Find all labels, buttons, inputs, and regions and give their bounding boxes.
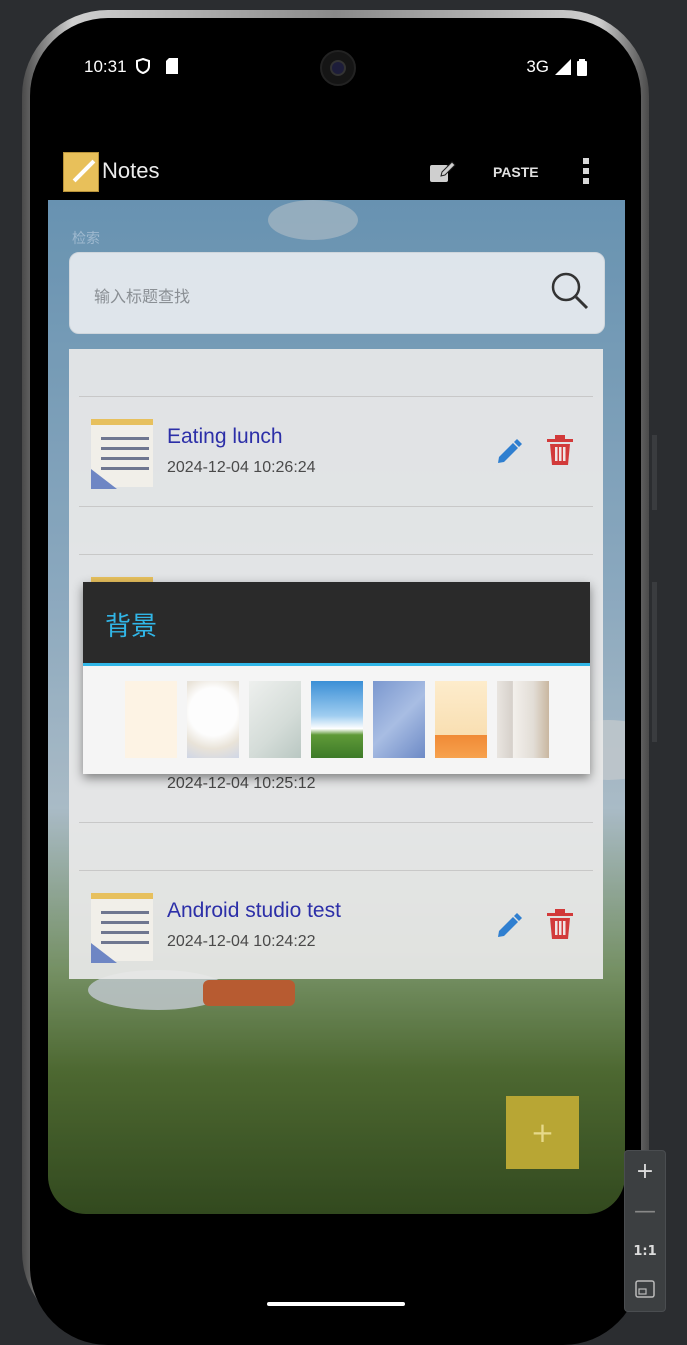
signal-icon — [555, 59, 571, 75]
emulator-rail-bottom — [652, 582, 657, 742]
zoom-reset-button[interactable]: 1:1 — [625, 1233, 665, 1269]
note-date: 2024-12-04 10:26:24 — [167, 459, 316, 476]
list-divider — [79, 822, 593, 823]
edit-note-icon[interactable] — [495, 437, 523, 465]
fit-screen-icon[interactable] — [625, 1271, 665, 1307]
zoom-in-button[interactable]: + — [625, 1153, 665, 1189]
background-swatch-cream[interactable] — [125, 681, 177, 758]
emulator-rail-top — [652, 435, 657, 510]
overflow-menu-icon[interactable] — [583, 158, 589, 188]
add-note-button[interactable]: + — [506, 1096, 579, 1169]
note-thumbnail-icon — [91, 893, 153, 963]
background-dialog: 背景 — [83, 582, 590, 774]
background-swatch-white-splash[interactable] — [187, 681, 239, 758]
search-box[interactable]: 输入标题查找 — [69, 252, 605, 334]
app-title: Notes — [102, 158, 160, 183]
status-time: 10:31 — [84, 57, 127, 76]
note-title: Android studio test — [167, 899, 341, 922]
status-right: 3G — [526, 57, 587, 77]
app-bar: Notes PASTE — [48, 142, 608, 200]
background-swatch-window-shadow[interactable] — [497, 681, 549, 758]
note-title: Eating lunch — [167, 425, 283, 448]
background-swatch-blue-texture[interactable] — [373, 681, 425, 758]
zoom-out-button[interactable]: — — [625, 1193, 665, 1229]
list-divider — [79, 506, 593, 507]
note-item[interactable]: Eating lunch 2024-12-04 10:26:24 — [79, 397, 593, 507]
search-input[interactable]: 输入标题查找 — [94, 283, 190, 307]
note-thumbnail-icon — [91, 419, 153, 489]
front-camera — [320, 50, 356, 86]
gesture-nav-bar[interactable] — [267, 1302, 405, 1306]
delete-note-icon[interactable] — [547, 435, 573, 465]
swatch-row — [83, 666, 590, 774]
search-label: 检索 — [72, 231, 100, 247]
delete-note-icon[interactable] — [547, 909, 573, 939]
background-swatch-grey-plant[interactable] — [249, 681, 301, 758]
network-type: 3G — [526, 57, 549, 76]
battery-icon — [577, 58, 587, 76]
edit-note-icon[interactable] — [495, 911, 523, 939]
note-date: 2024-12-04 10:25:12 — [167, 775, 316, 792]
notes-logo-icon — [63, 152, 99, 192]
dialog-header: 背景 — [83, 582, 590, 663]
sd-card-icon — [166, 58, 178, 79]
note-date: 2024-12-04 10:24:22 — [167, 933, 316, 950]
shield-icon — [136, 57, 150, 79]
background-swatch-yellow-orange[interactable] — [435, 681, 487, 758]
dialog-title: 背景 — [105, 612, 158, 642]
note-item[interactable]: Android studio test 2024-12-04 10:24:22 — [79, 871, 593, 981]
background-swatch-sky-field[interactable] — [311, 681, 363, 758]
new-note-icon[interactable] — [430, 160, 456, 182]
paste-button[interactable]: PASTE — [493, 164, 539, 180]
emulator-zoom-panel: + — 1:1 — [624, 1150, 666, 1312]
search-icon[interactable] — [550, 271, 590, 311]
